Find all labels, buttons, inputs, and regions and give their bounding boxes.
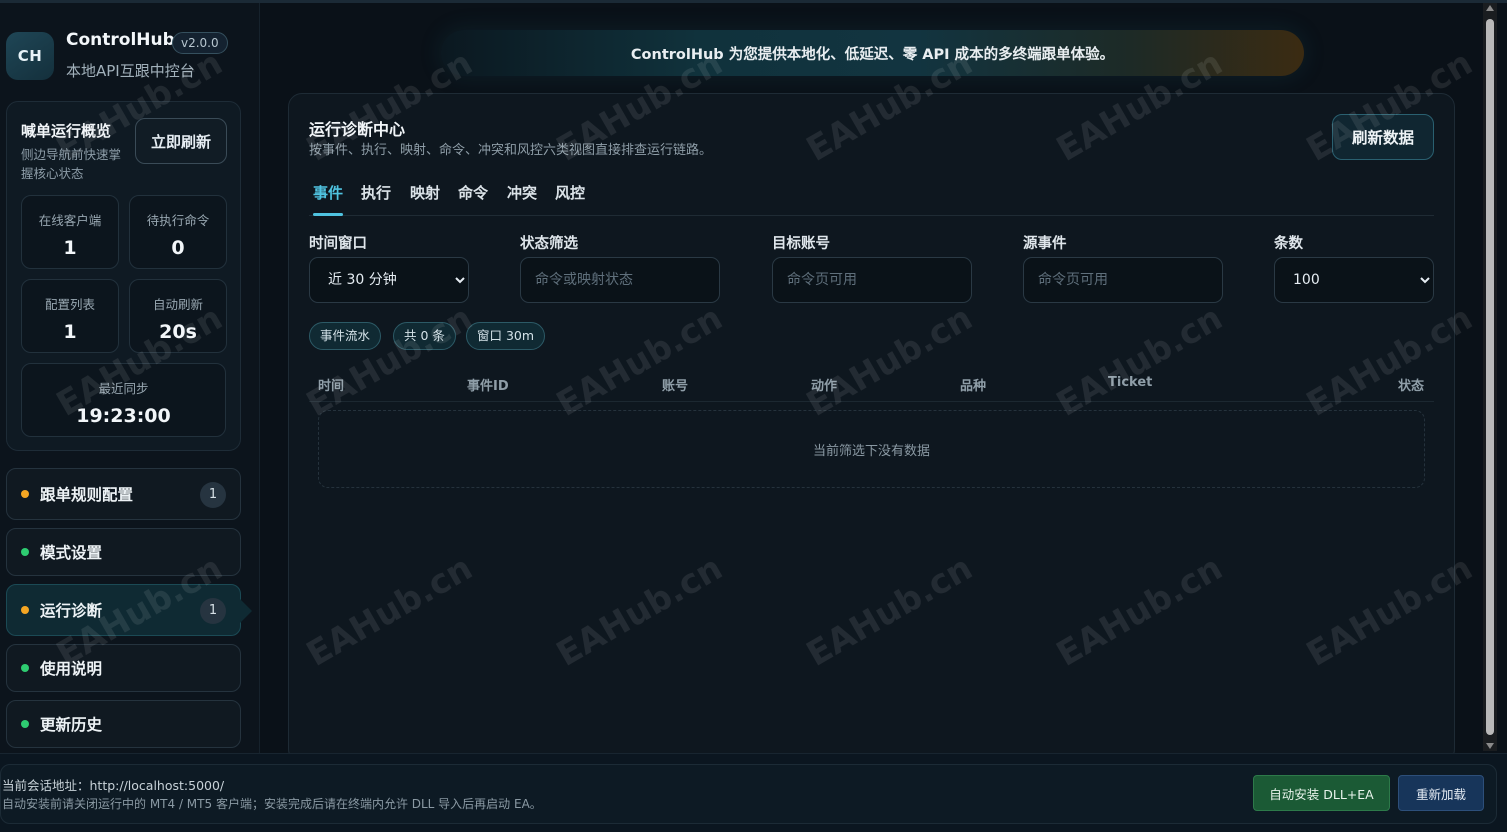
- status-dot-icon: [21, 490, 29, 498]
- nav-label: 更新历史: [40, 716, 103, 734]
- stat-last-sync: 最近同步 19:23:00: [21, 363, 226, 437]
- brand: CH ControlHub v2.0.0 本地API互跟中控台: [6, 29, 256, 85]
- brand-name: ControlHub: [66, 30, 175, 50]
- status-filter-label: 状态筛选: [520, 236, 578, 252]
- nav-label: 使用说明: [40, 660, 103, 678]
- stat-value: 1: [63, 237, 77, 259]
- status-dot-icon: [21, 548, 29, 556]
- empty-state: 当前筛选下没有数据: [318, 410, 1425, 488]
- stat-online-clients: 在线客户端 1: [21, 195, 119, 269]
- nav-item-mode-settings[interactable]: 模式设置: [6, 528, 241, 576]
- tab-mapping[interactable]: 映射: [410, 182, 440, 216]
- column-header: Ticket: [1108, 375, 1153, 390]
- tab-events[interactable]: 事件: [313, 182, 344, 216]
- refresh-now-button[interactable]: 立即刷新: [135, 118, 227, 164]
- count-select[interactable]: 100: [1274, 257, 1434, 303]
- scroll-up-icon[interactable]: [1486, 5, 1494, 11]
- target-account-label: 目标账号: [772, 236, 830, 252]
- stat-value: 0: [171, 237, 185, 259]
- scroll-down-icon[interactable]: [1486, 743, 1494, 749]
- stat-label: 待执行命令: [146, 213, 210, 228]
- info-banner: ControlHub 为您提供本地化、低延迟、零 API 成本的多终端跟单体验。: [441, 30, 1304, 76]
- sidebar: CH ControlHub v2.0.0 本地API互跟中控台 喊单运行概览 侧…: [0, 3, 260, 753]
- column-header: 动作: [811, 379, 838, 394]
- status-dot-icon: [21, 664, 29, 672]
- source-event-input[interactable]: [1023, 257, 1223, 303]
- count-label: 条数: [1274, 236, 1303, 252]
- auto-install-button[interactable]: 自动安装 DLL+EA: [1253, 775, 1390, 811]
- brand-subtitle: 本地API互跟中控台: [66, 62, 195, 80]
- target-account-input[interactable]: [772, 257, 972, 303]
- table-header: 时间 事件ID 账号 动作 品种 Ticket 状态: [309, 364, 1434, 402]
- stat-value: 20s: [159, 321, 197, 343]
- reload-button[interactable]: 重新加载: [1398, 775, 1484, 811]
- nav-item-update-history[interactable]: 更新历史: [6, 700, 241, 748]
- tab-execution[interactable]: 执行: [361, 182, 391, 216]
- nav-item-usage-guide[interactable]: 使用说明: [6, 644, 241, 692]
- stat-value: 19:23:00: [76, 405, 171, 427]
- panel-desc: 按事件、执行、映射、命令、冲突和风控六类视图直接排查运行链路。: [309, 143, 713, 158]
- brand-logo: CH: [6, 32, 54, 80]
- refresh-data-button[interactable]: 刷新数据: [1332, 114, 1434, 160]
- column-header: 事件ID: [467, 379, 509, 394]
- install-note: 自动安装前请关闭运行中的 MT4 / MT5 客户端；安装完成后请在终端内允许 …: [2, 797, 542, 811]
- stat-auto-refresh: 自动刷新 20s: [129, 279, 227, 353]
- stat-config-list: 配置列表 1: [21, 279, 119, 353]
- chip-event-stream: 事件流水: [309, 322, 382, 350]
- panel-title: 运行诊断中心: [309, 120, 406, 139]
- nav-badge: 1: [200, 482, 226, 508]
- overview-desc: 侧边导航前快速掌握核心状态: [21, 147, 122, 181]
- stat-pending-commands: 待执行命令 0: [129, 195, 227, 269]
- version-badge: v2.0.0: [172, 32, 228, 54]
- active-indicator: [240, 599, 252, 623]
- column-header: 状态: [1397, 379, 1424, 394]
- nav-label: 运行诊断: [40, 602, 103, 620]
- tab-risk-control[interactable]: 风控: [555, 182, 585, 216]
- stat-label: 最近同步: [98, 381, 149, 396]
- tab-commands[interactable]: 命令: [458, 182, 488, 216]
- status-filter-input[interactable]: [520, 257, 720, 303]
- chip-total-count: 共 0 条: [393, 322, 456, 350]
- stat-label: 自动刷新: [152, 297, 203, 312]
- stat-label: 配置列表: [44, 297, 95, 312]
- column-header: 账号: [662, 379, 689, 394]
- time-window-select[interactable]: 近 30 分钟: [309, 257, 469, 303]
- column-header: 时间: [318, 379, 345, 394]
- nav-item-copy-rules[interactable]: 跟单规则配置 1: [6, 468, 241, 520]
- status-dot-icon: [21, 720, 29, 728]
- chip-window: 窗口 30m: [466, 322, 546, 350]
- nav-label: 模式设置: [40, 544, 103, 562]
- vertical-scrollbar[interactable]: [1483, 3, 1497, 751]
- status-dot-icon: [21, 606, 29, 614]
- scroll-thumb[interactable]: [1486, 19, 1494, 735]
- overview-card: 喊单运行概览 侧边导航前快速掌握核心状态 立即刷新 在线客户端 1 待执行命令 …: [6, 101, 241, 451]
- source-event-label: 源事件: [1023, 236, 1067, 252]
- nav-label: 跟单规则配置: [40, 486, 134, 504]
- time-window-label: 时间窗口: [309, 236, 367, 252]
- diagnostics-panel: 运行诊断中心 按事件、执行、映射、命令、冲突和风控六类视图直接排查运行链路。 刷…: [288, 93, 1455, 763]
- tab-bar: 事件 执行 映射 命令 冲突 风控: [309, 174, 1434, 216]
- nav-badge: 1: [200, 598, 226, 624]
- tab-conflicts[interactable]: 冲突: [507, 182, 537, 216]
- stat-label: 在线客户端: [38, 213, 102, 228]
- session-address: 当前会话地址：http://localhost:5000/: [2, 778, 225, 793]
- overview-title: 喊单运行概览: [21, 122, 112, 140]
- footer-bar: 当前会话地址：http://localhost:5000/ 自动安装前请关闭运行…: [0, 753, 1507, 832]
- nav-item-diagnostics[interactable]: 运行诊断 1: [6, 584, 252, 636]
- stat-value: 1: [63, 321, 77, 343]
- column-header: 品种: [960, 379, 987, 394]
